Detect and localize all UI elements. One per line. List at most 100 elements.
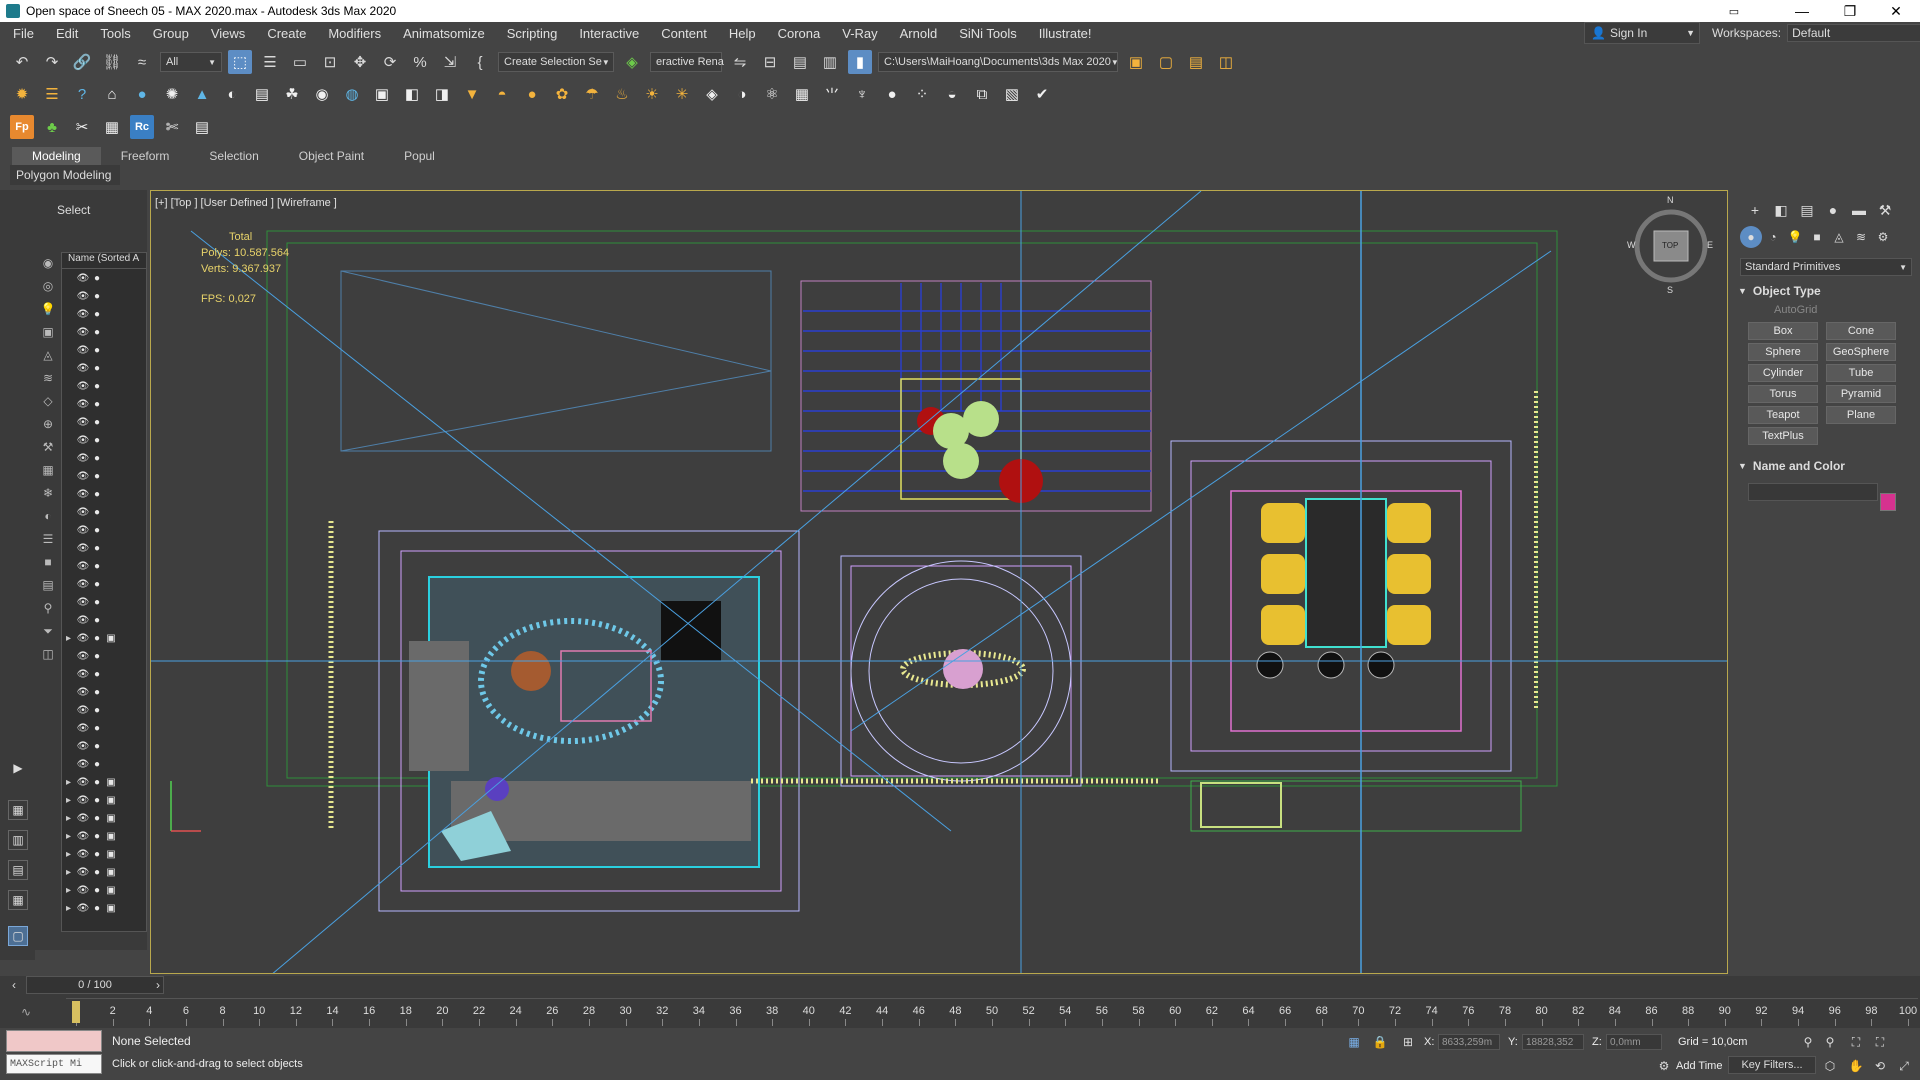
tree-icon[interactable]: ♣	[40, 115, 64, 139]
close-button[interactable]: ✕	[1876, 0, 1916, 22]
primitive-pyramid-button[interactable]: Pyramid	[1826, 385, 1896, 403]
visibility-eye-icon[interactable]: 👁	[76, 867, 90, 878]
find-icon[interactable]: ⚲	[39, 599, 57, 617]
ribbon-tab-modeling[interactable]: Modeling	[12, 147, 101, 165]
render-dot-icon[interactable]: ●	[90, 687, 104, 698]
vray-proxy-icon[interactable]: ▤	[250, 82, 274, 106]
scene-row[interactable]: 👁 ●	[62, 305, 146, 323]
render-dot-icon[interactable]: ●	[90, 885, 104, 896]
maxscript-mini-listener[interactable]: MAXScript Mi	[6, 1054, 102, 1074]
scene-explorer-icon[interactable]: ▤	[788, 50, 812, 74]
name-column-header[interactable]: Name (Sorted A	[62, 253, 146, 269]
display-all-icon[interactable]: ☰	[39, 530, 57, 548]
filter-lights-icon[interactable]: 💡	[39, 300, 57, 318]
visibility-eye-icon[interactable]: 👁	[76, 759, 90, 770]
spacewarps-icon[interactable]: ≋	[1850, 226, 1872, 248]
scene-row[interactable]: 👁 ●	[62, 503, 146, 521]
layer-icon[interactable]: ◫	[39, 645, 57, 663]
render-frame-icon[interactable]: ▢	[1154, 50, 1178, 74]
forest-pack-icon[interactable]: Fp	[10, 115, 34, 139]
corona-light-icon[interactable]: ✹	[10, 82, 34, 106]
menu-corona[interactable]: Corona	[767, 26, 832, 41]
name-color-rollout[interactable]: ▼ Name and Color	[1738, 459, 1914, 473]
scene-row[interactable]: 👁 ●	[62, 323, 146, 341]
modify-tab-icon[interactable]: ◧	[1768, 198, 1794, 222]
visibility-eye-icon[interactable]: 👁	[76, 579, 90, 590]
expand-arrow-icon[interactable]: ▶	[10, 760, 26, 776]
prev-frame-icon[interactable]: ‹	[6, 977, 22, 993]
sign-in-button[interactable]: 👤 Sign In ▼	[1584, 22, 1700, 44]
visibility-eye-icon[interactable]: 👁	[76, 777, 90, 788]
render-dot-icon[interactable]: ●	[90, 849, 104, 860]
primitive-box-button[interactable]: Box	[1748, 322, 1818, 340]
grass-icon[interactable]: ⺌	[820, 82, 844, 106]
visibility-eye-icon[interactable]: 👁	[76, 453, 90, 464]
orbit-icon[interactable]: ⟲	[1872, 1058, 1888, 1074]
expand-icon[interactable]: ▸	[66, 633, 76, 644]
move-icon[interactable]: ✥	[348, 50, 372, 74]
scene-row[interactable]: ▸ 👁 ● ▣	[62, 629, 146, 647]
visibility-eye-icon[interactable]: 👁	[76, 795, 90, 806]
visibility-eye-icon[interactable]: 👁	[76, 669, 90, 680]
ribbon-toggle-icon[interactable]: ▮	[848, 50, 872, 74]
visibility-eye-icon[interactable]: 👁	[76, 435, 90, 446]
scene-row[interactable]: 👁 ●	[62, 359, 146, 377]
render-dot-icon[interactable]: ●	[90, 435, 104, 446]
layer-manager-icon[interactable]: ◈	[620, 50, 644, 74]
redo-icon[interactable]: ↷	[40, 50, 64, 74]
primitive-cylinder-button[interactable]: Cylinder	[1748, 364, 1818, 382]
layers-icon[interactable]: ⧉	[970, 82, 994, 106]
scene-row[interactable]: 👁 ●	[62, 575, 146, 593]
ribbon-tab-popul[interactable]: Popul	[384, 147, 455, 165]
viewport-layout4-icon[interactable]: ▦	[8, 890, 28, 910]
visibility-eye-icon[interactable]: 👁	[76, 363, 90, 374]
visibility-eye-icon[interactable]: 👁	[76, 489, 90, 500]
filter-icon[interactable]: ⏷	[39, 622, 57, 640]
scene-object-list[interactable]: Name (Sorted A 👁 ● 👁 ● 👁 ● 👁 ● 👁 ● 👁 ● 👁 ● 👁 ● 👁 ● 👁 ● 👁 ● 👁 ● 👁…	[61, 252, 147, 932]
sheet-icon[interactable]: ▤	[190, 115, 214, 139]
corona-burst-icon[interactable]: ✳	[670, 82, 694, 106]
filter-hidden-icon[interactable]: ◐	[39, 507, 57, 525]
menu-views[interactable]: Views	[200, 26, 256, 41]
scene-row[interactable]: 👁 ●	[62, 467, 146, 485]
object-name-field[interactable]	[1748, 483, 1878, 501]
zoom-extents-icon[interactable]: ⛶	[1848, 1034, 1864, 1050]
menu-file[interactable]: File	[2, 26, 45, 41]
link-icon[interactable]: 🔗	[70, 50, 94, 74]
visibility-eye-icon[interactable]: 👁	[76, 885, 90, 896]
zoom-all-icon[interactable]: ⚲	[1822, 1034, 1838, 1050]
scene-row[interactable]: 👁 ●	[62, 701, 146, 719]
visibility-eye-icon[interactable]: 👁	[76, 651, 90, 662]
render-dot-icon[interactable]: ●	[90, 723, 104, 734]
render-dot-icon[interactable]: ●	[90, 867, 104, 878]
visibility-eye-icon[interactable]: 👁	[76, 399, 90, 410]
menu-animatsomize[interactable]: Animatsomize	[392, 26, 496, 41]
table-icon[interactable]: ▦	[100, 115, 124, 139]
help-icon[interactable]: ?	[70, 82, 94, 106]
vray-dome-icon[interactable]: ◐	[220, 82, 244, 106]
menu-arnold[interactable]: Arnold	[889, 26, 949, 41]
visibility-eye-icon[interactable]: 👁	[76, 741, 90, 752]
render-dot-icon[interactable]: ●	[90, 273, 104, 284]
menu-sini-tools[interactable]: SiNi Tools	[948, 26, 1028, 41]
add-time-tag[interactable]: Add Time	[1676, 1060, 1722, 1072]
expand-icon[interactable]: ▸	[66, 813, 76, 824]
scale-icon[interactable]: %	[408, 50, 432, 74]
filter-helpers-icon[interactable]: ◬	[39, 346, 57, 364]
scene-row[interactable]: 👁 ●	[62, 611, 146, 629]
viewport-layout-active-icon[interactable]: ▢	[8, 926, 28, 946]
scene-row[interactable]: 👁 ●	[62, 755, 146, 773]
viewport-top[interactable]: [+] [Top ] [User Defined ] [Wireframe ] …	[150, 190, 1728, 974]
ribbon-tab-selection[interactable]: Selection	[189, 147, 278, 165]
scene-row[interactable]: 👁 ●	[62, 539, 146, 557]
selection-lock-icon[interactable]: 🔒	[1372, 1034, 1388, 1050]
scene-row[interactable]: 👁 ●	[62, 431, 146, 449]
scene-row[interactable]: 👁 ●	[62, 737, 146, 755]
object-color-swatch[interactable]	[1880, 493, 1896, 511]
field-of-view-icon[interactable]: ⬡	[1822, 1058, 1838, 1074]
filter-geometry-icon[interactable]: ◉	[39, 254, 57, 272]
scene-row[interactable]: 👁 ●	[62, 377, 146, 395]
filter-frozen-icon[interactable]: ❄	[39, 484, 57, 502]
mirror-icon[interactable]: ⇋	[728, 50, 752, 74]
material-grid-icon[interactable]: ⁘	[910, 82, 934, 106]
